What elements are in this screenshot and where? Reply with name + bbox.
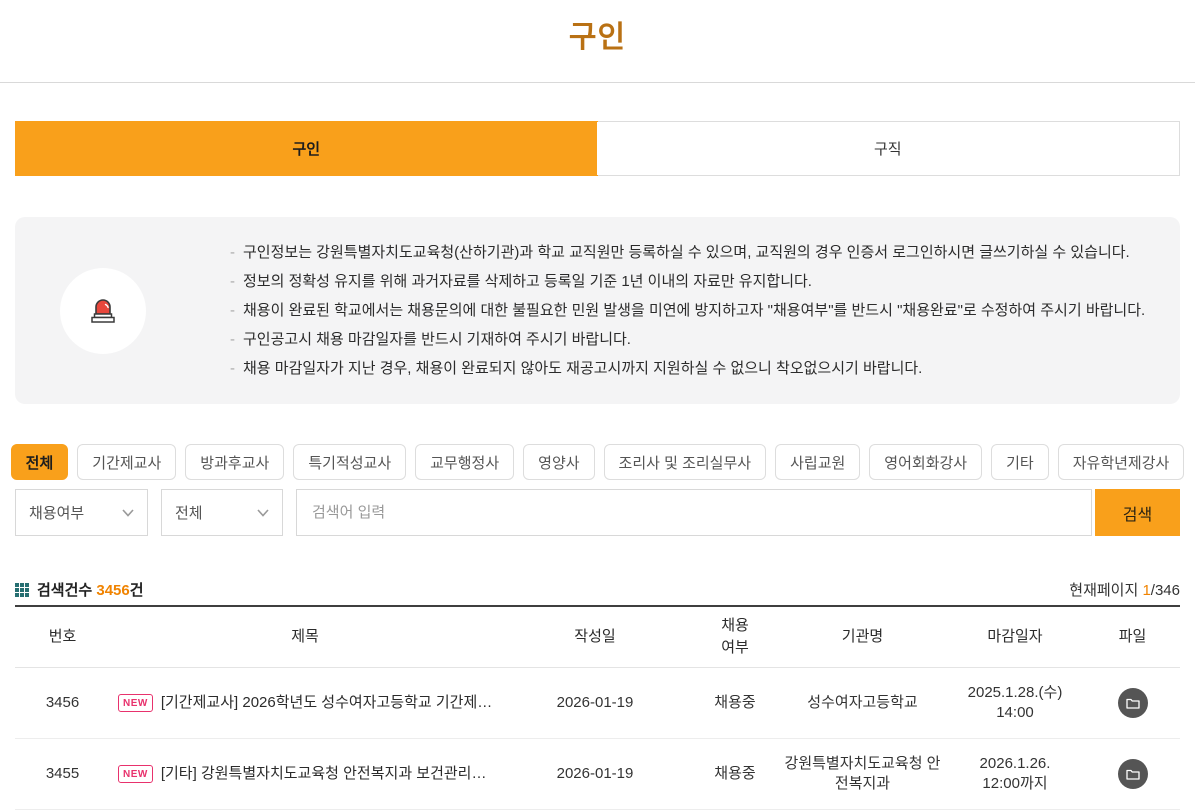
chevron-down-icon	[257, 509, 269, 517]
filter-specialty-teacher[interactable]: 특기적성교사	[293, 444, 406, 480]
results-count: 검색건수 3456건	[15, 579, 144, 600]
filter-after-school-teacher[interactable]: 방과후교사	[185, 444, 284, 480]
header-org: 기관명	[780, 627, 945, 647]
chevron-down-icon	[122, 509, 134, 517]
results-count-suffix: 건	[130, 582, 144, 599]
search-input[interactable]	[296, 489, 1092, 536]
filter-admin-staff[interactable]: 교무행정사	[415, 444, 514, 480]
notice-text: 구인정보는 강원특별자치도교육청(산하기관)과 학교 교직원만 등록하실 수 있…	[243, 244, 1130, 261]
header-file: 파일	[1085, 627, 1180, 647]
hiring-status-select-value: 채용여부	[29, 502, 84, 523]
row-status: 채용중	[690, 693, 780, 713]
bullet-dash: -	[230, 354, 235, 383]
file-attachment-button[interactable]	[1118, 688, 1148, 718]
grid-icon	[15, 583, 29, 597]
notice-item: -채용 마감일자가 지난 경우, 채용이 완료되지 않아도 재공고시까지 지원하…	[230, 354, 1145, 383]
category-filter-bar: 전체 기간제교사 방과후교사 특기적성교사 교무행정사 영양사 조리사 및 조리…	[0, 444, 1195, 480]
page-indicator-label: 현재페이지	[1069, 582, 1138, 599]
tab-bar: 구인 구직	[15, 121, 1180, 176]
row-org: 강원특별자치도교육청 안전복지과	[780, 754, 945, 795]
filter-private-school-teacher[interactable]: 사립교원	[775, 444, 860, 480]
row-no: 3455	[15, 764, 110, 784]
file-attachment-button[interactable]	[1118, 759, 1148, 789]
row-deadline: 2026.1.26. 12:00까지	[945, 754, 1085, 795]
hiring-status-select[interactable]: 채용여부	[15, 489, 148, 536]
results-count-label: 검색건수	[37, 582, 92, 599]
row-title-link[interactable]: [기타] 강원특별자치도교육청 안전복지과 보건관리…	[161, 764, 487, 784]
filter-all[interactable]: 전체	[11, 444, 69, 480]
new-badge: NEW	[118, 765, 153, 784]
bullet-dash: -	[230, 325, 235, 354]
notice-list: -구인정보는 강원특별자치도교육청(산하기관)과 학교 교직원만 등록하실 수 …	[230, 238, 1165, 383]
header-deadline: 마감일자	[945, 627, 1085, 647]
notice-item: -구인공고시 채용 마감일자를 반드시 기재하여 주시기 바랍니다.	[230, 325, 1145, 354]
header-date: 작성일	[500, 627, 690, 647]
row-org: 성수여자고등학교	[780, 693, 945, 713]
filter-cook[interactable]: 조리사 및 조리실무사	[604, 444, 767, 480]
bullet-dash: -	[230, 238, 235, 267]
row-no: 3456	[15, 693, 110, 713]
row-deadline: 2025.1.28.(수) 14:00	[945, 683, 1085, 724]
row-status: 채용중	[690, 764, 780, 784]
row-date: 2026-01-19	[500, 764, 690, 784]
row-title-link[interactable]: [기간제교사] 2026학년도 성수여자고등학교 기간제…	[161, 693, 492, 713]
notice-item: -채용이 완료된 학교에서는 채용문의에 대한 불필요한 민원 발생을 미연에 …	[230, 296, 1145, 325]
filter-etc[interactable]: 기타	[991, 444, 1049, 480]
search-bar: 채용여부 전체 검색	[15, 489, 1180, 536]
header-no: 번호	[15, 627, 110, 647]
table-row[interactable]: 3455 NEW [기타] 강원특별자치도교육청 안전복지과 보건관리… 202…	[15, 739, 1180, 810]
page-indicator-current: 1	[1142, 582, 1150, 599]
notice-item: -정보의 정확성 유지를 위해 과거자료를 삭제하고 등록일 기준 1년 이내의…	[230, 267, 1145, 296]
notice-text: 채용이 완료된 학교에서는 채용문의에 대한 불필요한 민원 발생을 미연에 방…	[243, 302, 1145, 319]
bullet-dash: -	[230, 296, 235, 325]
tab-job-offer[interactable]: 구인	[15, 121, 598, 176]
results-bar: 검색건수 3456건 현재페이지 1/346	[15, 579, 1180, 600]
notice-text: 구인공고시 채용 마감일자를 반드시 기재하여 주시기 바랍니다.	[243, 331, 631, 348]
page-indicator-total: /346	[1151, 582, 1180, 599]
search-field-select-value: 전체	[175, 502, 203, 523]
page-indicator: 현재페이지 1/346	[1069, 579, 1180, 600]
results-count-value: 3456	[96, 582, 129, 599]
filter-fixed-term-teacher[interactable]: 기간제교사	[77, 444, 176, 480]
filter-english-instructor[interactable]: 영어회화강사	[869, 444, 982, 480]
table-row[interactable]: 3456 NEW [기간제교사] 2026학년도 성수여자고등학교 기간제… 2…	[15, 668, 1180, 739]
search-field-select[interactable]: 전체	[161, 489, 283, 536]
header-title: 제목	[110, 627, 500, 647]
title-divider	[0, 82, 1195, 83]
table-header-row: 번호 제목 작성일 채용여부 기관명 마감일자 파일	[15, 607, 1180, 668]
folder-icon	[1126, 768, 1140, 780]
notice-text: 채용 마감일자가 지난 경우, 채용이 완료되지 않아도 재공고시까지 지원하실…	[243, 360, 922, 377]
filter-free-semester-instructor[interactable]: 자유학년제강사	[1058, 444, 1185, 480]
bullet-dash: -	[230, 267, 235, 296]
notice-item: -구인정보는 강원특별자치도교육청(산하기관)과 학교 교직원만 등록하실 수 …	[230, 238, 1145, 267]
new-badge: NEW	[118, 694, 153, 713]
notice-text: 정보의 정확성 유지를 위해 과거자료를 삭제하고 등록일 기준 1년 이내의 …	[243, 273, 812, 290]
filter-nutritionist[interactable]: 영양사	[523, 444, 594, 480]
tab-job-seek[interactable]: 구직	[597, 122, 1180, 175]
siren-icon	[60, 268, 146, 354]
notice-box: -구인정보는 강원특별자치도교육청(산하기관)과 학교 교직원만 등록하실 수 …	[15, 217, 1180, 404]
job-board-table: 번호 제목 작성일 채용여부 기관명 마감일자 파일 3456 NEW [기간제…	[15, 605, 1180, 810]
header-status: 채용여부	[690, 615, 780, 660]
row-date: 2026-01-19	[500, 693, 690, 713]
folder-icon	[1126, 697, 1140, 709]
search-button[interactable]: 검색	[1095, 489, 1180, 536]
page-title: 구인	[15, 0, 1180, 56]
